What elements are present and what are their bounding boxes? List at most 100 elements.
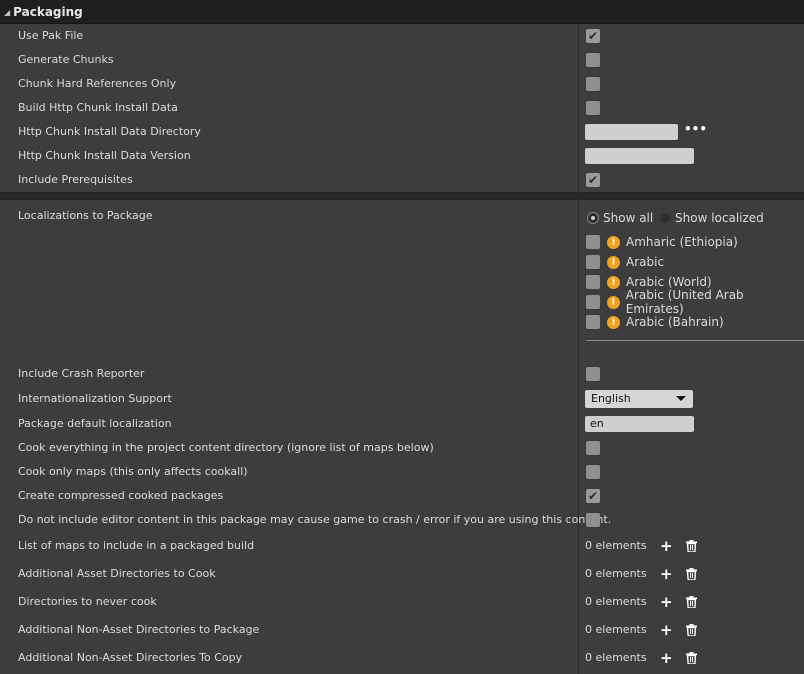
property-label: List of maps to include in a packaged bu… (18, 539, 255, 552)
property-label: Include Prerequisites (18, 173, 133, 186)
property-row: Additional Non-Asset Directories to Pack… (0, 618, 804, 642)
property-row: Cook only maps (this only affects cookal… (0, 460, 804, 484)
radio-label: Show all (603, 211, 654, 225)
localization-checkbox[interactable] (586, 235, 600, 249)
property-label: Additional Non-Asset Directories To Copy (18, 651, 243, 664)
property-row: Include Prerequisites ✔ (0, 168, 804, 192)
property-row: Use Pak File ✔ (0, 24, 804, 48)
property-row: Build Http Chunk Install Data ✔ (0, 96, 804, 120)
property-label: Chunk Hard References Only (18, 77, 177, 90)
packaging-basic-section: Use Pak File ✔ Generate Chunks ✔ Chunk H… (0, 24, 804, 194)
localization-checkbox[interactable] (586, 275, 600, 289)
trash-icon[interactable] (684, 590, 698, 614)
dropdown-value: English (591, 392, 631, 405)
cook-everything-checkbox[interactable]: ✔ (586, 441, 600, 455)
property-label: Use Pak File (18, 29, 84, 42)
packaging-category-header[interactable]: ◢ Packaging (0, 0, 804, 24)
checkmark-icon: ✔ (587, 29, 599, 43)
localization-item[interactable]: ! Arabic (United Arab Emirates) (586, 288, 804, 316)
include-crash-reporter-checkbox[interactable]: ✔ (586, 367, 600, 381)
plus-icon[interactable]: + (660, 562, 673, 586)
localization-item[interactable]: ! Amharic (Ethiopia) (586, 233, 738, 251)
property-label: Create compressed cooked packages (18, 489, 224, 502)
localization-name: Arabic (World) (626, 275, 712, 289)
trash-icon[interactable] (684, 562, 698, 586)
property-row: Include Crash Reporter ✔ (0, 362, 804, 386)
plus-icon[interactable]: + (660, 646, 673, 670)
include-prerequisites-checkbox[interactable]: ✔ (586, 173, 600, 187)
generate-chunks-checkbox[interactable]: ✔ (586, 53, 600, 67)
property-label: Cook everything in the project content d… (18, 441, 434, 454)
localization-name: Amharic (Ethiopia) (626, 235, 738, 249)
property-row: Do not include editor content in this pa… (0, 508, 804, 532)
build-http-chunk-checkbox[interactable]: ✔ (586, 101, 600, 115)
cook-only-maps-checkbox[interactable]: ✔ (586, 465, 600, 479)
radio-indicator (660, 213, 670, 223)
property-row: Chunk Hard References Only ✔ (0, 72, 804, 96)
property-row: Http Chunk Install Data Directory ••• (0, 120, 804, 144)
radio-label: Show localized (675, 211, 764, 225)
property-label: Internationalization Support (18, 392, 172, 405)
show-all-radio[interactable]: Show all (588, 211, 653, 225)
localization-item[interactable]: ! Arabic (Bahrain) (586, 313, 724, 331)
element-count: 0 elements (585, 539, 647, 552)
http-chunk-directory-input[interactable] (585, 124, 678, 140)
checkmark-icon: ✔ (587, 173, 599, 187)
element-count: 0 elements (585, 651, 647, 664)
trash-icon[interactable] (684, 646, 698, 670)
localization-checkbox[interactable] (586, 255, 600, 269)
localization-name: Arabic (626, 255, 665, 269)
property-row: Generate Chunks ✔ (0, 48, 804, 72)
property-row: Directories to never cook 0 elements + (0, 590, 804, 614)
internationalization-dropdown[interactable]: English (585, 390, 693, 408)
property-row: Package default localization en (0, 412, 804, 436)
property-row: Additional Asset Directories to Cook 0 e… (0, 562, 804, 586)
warning-icon: ! (607, 235, 620, 249)
property-label: Additional Non-Asset Directories to Pack… (18, 623, 260, 636)
property-label: Directories to never cook (18, 595, 157, 608)
checkmark-icon: ✔ (587, 489, 599, 503)
use-pak-file-checkbox[interactable]: ✔ (586, 29, 600, 43)
packaging-advanced-section: Localizations to Package Show all Show l… (0, 199, 804, 674)
property-row: Http Chunk Install Data Version (0, 144, 804, 168)
property-label: Http Chunk Install Data Directory (18, 125, 201, 138)
localization-name: Arabic (United Arab Emirates) (625, 288, 744, 316)
property-label: Additional Asset Directories to Cook (18, 567, 216, 580)
property-label: Cook only maps (this only affects cookal… (18, 465, 248, 478)
localization-checkbox[interactable] (586, 315, 600, 329)
no-editor-content-checkbox[interactable]: ✔ (586, 513, 600, 527)
warning-icon: ! (607, 315, 620, 329)
warning-icon: ! (606, 295, 620, 309)
collapse-arrow-icon[interactable]: ◢ (4, 8, 10, 17)
element-count: 0 elements (585, 623, 647, 636)
localization-item[interactable]: ! Arabic (586, 253, 664, 271)
show-localized-radio[interactable]: Show localized (660, 211, 764, 225)
chunk-hard-references-checkbox[interactable]: ✔ (586, 77, 600, 91)
property-label: Do not include editor content in this pa… (18, 513, 612, 526)
localization-list-divider (586, 340, 804, 341)
property-label: Http Chunk Install Data Version (18, 149, 191, 162)
property-row: Cook everything in the project content d… (0, 436, 804, 460)
property-label: Localizations to Package (18, 209, 153, 222)
property-row: Internationalization Support English (0, 387, 804, 411)
localization-checkbox[interactable] (586, 295, 600, 309)
property-label: Package default localization (18, 417, 172, 430)
trash-icon[interactable] (684, 534, 698, 558)
dropdown-arrow-icon (676, 396, 686, 401)
trash-icon[interactable] (684, 618, 698, 642)
browse-ellipsis-icon[interactable]: ••• (684, 122, 707, 136)
property-row: Additional Non-Asset Directories To Copy… (0, 646, 804, 670)
radio-indicator (588, 213, 598, 223)
plus-icon[interactable]: + (660, 590, 673, 614)
compressed-packages-checkbox[interactable]: ✔ (586, 489, 600, 503)
http-chunk-version-input[interactable] (585, 148, 694, 164)
property-row: List of maps to include in a packaged bu… (0, 534, 804, 558)
plus-icon[interactable]: + (660, 618, 673, 642)
plus-icon[interactable]: + (660, 534, 673, 558)
localization-name: Arabic (Bahrain) (626, 315, 724, 329)
property-label: Generate Chunks (18, 53, 114, 66)
property-row: Create compressed cooked packages ✔ (0, 484, 804, 508)
element-count: 0 elements (585, 567, 647, 580)
property-label: Include Crash Reporter (18, 367, 145, 380)
default-localization-input[interactable]: en (585, 416, 694, 432)
